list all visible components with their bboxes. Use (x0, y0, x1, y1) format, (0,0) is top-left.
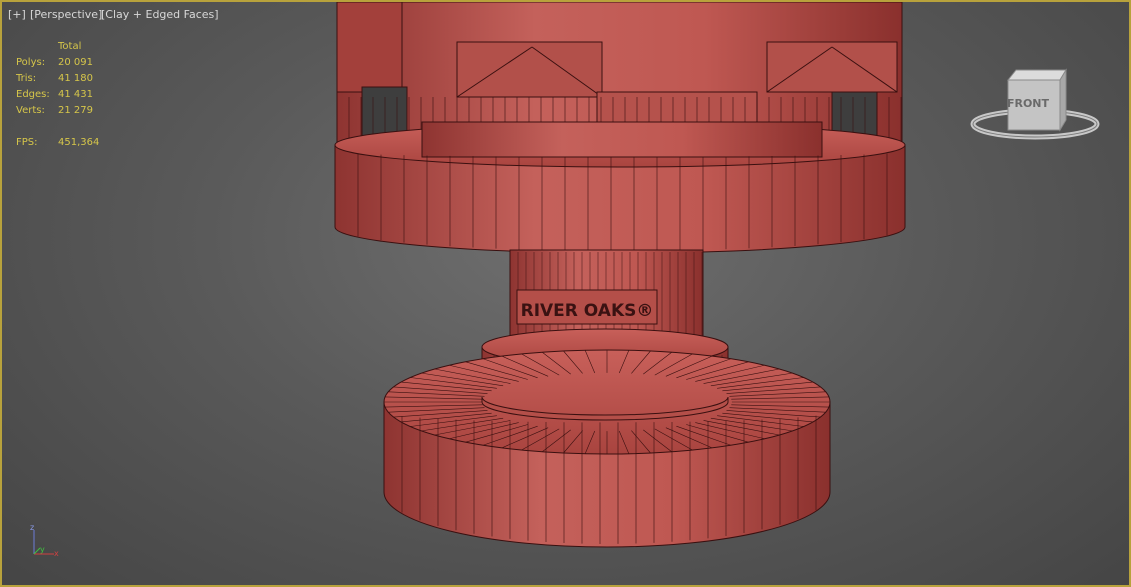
stats-row-tris: Tris: 41 180 (16, 71, 99, 87)
model-scene: RIVER OAKS® (334, 2, 906, 548)
fps-value: 451,364 (58, 137, 100, 148)
stats-row-fps: FPS: 451,364 (16, 135, 99, 151)
stats-row-polys: Polys: 20 091 (16, 55, 99, 71)
viewcube-front-label: FRONT (1007, 97, 1050, 110)
viewport-perspective[interactable]: RIVER OAKS® [+] [Perspective] [Clay + Ed… (0, 0, 1131, 587)
stats-header: Total (58, 41, 82, 52)
stats-value: 20 091 (58, 57, 93, 68)
stats-row-verts: Verts: 21 279 (16, 103, 99, 119)
stats-value: 21 279 (58, 105, 93, 116)
stats-label: Verts: (16, 105, 45, 116)
viewport-menu-button[interactable]: [+] (8, 8, 26, 21)
shading-mode-button[interactable]: [Clay + Edged Faces] (101, 8, 219, 21)
axis-y-label: y (40, 545, 45, 554)
collar (334, 121, 906, 254)
base-disc (383, 349, 831, 548)
engraving-text: RIVER OAKS® (521, 301, 654, 321)
stats-label: Tris: (16, 73, 37, 84)
stats-label: Edges: (16, 89, 50, 100)
stats-label: Polys: (16, 57, 46, 68)
stats-row-edges: Edges: 41 431 (16, 87, 99, 103)
axis-gizmo: z y x (30, 523, 59, 558)
axis-z-label: z (30, 523, 34, 532)
axis-x-label: x (54, 549, 59, 558)
fps-label: FPS: (16, 137, 38, 148)
viewcube[interactable]: FRONT (968, 62, 1103, 152)
view-mode-button[interactable]: [Perspective] (30, 8, 102, 21)
stats-value: 41 431 (58, 89, 93, 100)
stats-overlay: Total Polys: 20 091 Tris: 41 180 Edges: … (16, 39, 99, 151)
stats-value: 41 180 (58, 73, 93, 84)
